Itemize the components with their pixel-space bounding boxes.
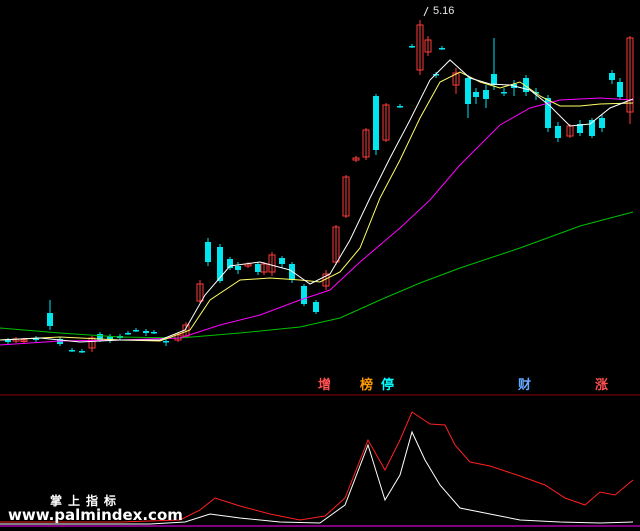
candle-body-down	[133, 330, 139, 332]
watermark-url: www.palmindex.com	[8, 506, 183, 524]
high-price-label: 5.16	[433, 5, 455, 17]
candle-body-down	[501, 92, 507, 94]
signal-tag-zhang[interactable]: 涨	[595, 378, 608, 394]
candle-body-down	[409, 46, 415, 48]
signal-tag-ting[interactable]: 停	[381, 378, 394, 394]
candle-body-down	[483, 90, 489, 99]
candle-body-down	[151, 332, 157, 334]
signal-tag-cai[interactable]: 财	[518, 378, 531, 394]
candle-body-down	[143, 331, 149, 333]
signal-tag-zeng[interactable]: 增	[318, 378, 331, 394]
candle-body-down	[255, 264, 261, 272]
candle-body-down	[5, 340, 11, 342]
candle-body-down	[47, 313, 53, 326]
candle-body-down	[79, 351, 85, 353]
candle-body-down	[397, 106, 403, 108]
candle-body-down	[465, 78, 471, 104]
candle-body-down	[491, 74, 497, 85]
candle-body-down	[69, 350, 75, 352]
kline-screen: 5.16 增 榜 停 财 涨 掌上指标 www.palmindex.com	[0, 0, 640, 531]
candle-body-down	[235, 266, 241, 270]
candle-body-down	[373, 96, 379, 150]
candle-body-down	[205, 242, 211, 262]
candle-body-down	[163, 341, 169, 343]
signal-tag-bang[interactable]: 榜	[360, 378, 373, 394]
candle-body-down	[125, 333, 131, 335]
candle-body-down	[617, 82, 623, 97]
candlestick-series	[5, 20, 634, 353]
candle-body-down	[473, 92, 479, 97]
candle-body-down	[555, 126, 561, 138]
candle-body-down	[439, 48, 445, 50]
candle-body-down	[599, 118, 605, 128]
ma-green-line	[0, 211, 634, 339]
candle-body-down	[301, 286, 307, 304]
candle-body-down	[609, 73, 615, 80]
ma-white-line	[0, 59, 634, 343]
candle-body-down	[279, 258, 285, 264]
candle-body-down	[313, 302, 319, 312]
kline-chart[interactable]	[0, 0, 640, 531]
high-marker-line	[423, 6, 429, 17]
